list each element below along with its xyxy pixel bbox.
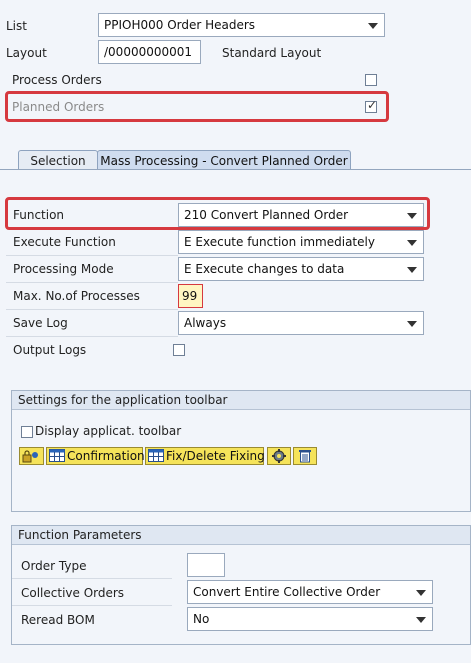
execute-function-label: Execute Function xyxy=(13,235,116,249)
output-logs-checkbox[interactable] xyxy=(173,344,185,356)
table-icon xyxy=(148,449,164,466)
display-toolbar-label: Display applicat. toolbar xyxy=(35,424,182,438)
layout-description: Standard Layout xyxy=(222,46,322,60)
row-separator xyxy=(6,309,178,310)
reread-bom-dropdown[interactable]: No xyxy=(187,607,433,631)
chevron-down-icon[interactable] xyxy=(407,240,417,246)
tab-mass-processing[interactable]: Mass Processing - Convert Planned Order xyxy=(97,150,351,170)
row-separator xyxy=(6,336,178,337)
tab-divider xyxy=(0,169,471,170)
layout-label: Layout xyxy=(6,46,47,60)
gear-icon xyxy=(270,449,288,467)
fix-delete-fixing-button[interactable]: Fix/Delete Fixing xyxy=(145,447,265,466)
reread-bom-label: Reread BOM xyxy=(21,613,95,627)
fix-delete-fixing-button-label: Fix/Delete Fixing xyxy=(166,449,265,463)
order-type-label: Order Type xyxy=(21,559,87,573)
row-separator xyxy=(6,282,178,283)
trash-icon xyxy=(296,449,314,467)
chevron-down-icon[interactable] xyxy=(407,321,417,327)
max-processes-label: Max. No.of Processes xyxy=(13,289,140,303)
table-icon xyxy=(49,449,65,466)
max-processes-input[interactable]: 99 xyxy=(178,284,203,308)
row-separator xyxy=(12,578,172,579)
process-orders-checkbox[interactable] xyxy=(365,74,377,86)
toolbar-settings-title: Settings for the application toolbar xyxy=(12,391,470,410)
lock-settings-icon xyxy=(22,449,40,467)
settings-gear-button[interactable] xyxy=(267,447,291,465)
list-value: PPIOH000 Order Headers xyxy=(104,18,256,32)
sap-screen: { "top": { "list_label": "List", "list_v… xyxy=(0,0,471,663)
collective-orders-label: Collective Orders xyxy=(21,586,125,600)
process-orders-label: Process Orders xyxy=(12,73,102,87)
max-processes-value: 99 xyxy=(182,289,198,303)
function-highlight xyxy=(5,197,430,230)
save-log-dropdown[interactable]: Always xyxy=(178,311,424,335)
processing-mode-value: E Execute changes to data xyxy=(184,262,345,276)
execute-function-value: E Execute function immediately xyxy=(184,235,375,249)
output-logs-label: Output Logs xyxy=(13,343,87,357)
function-parameters-title: Function Parameters xyxy=(12,526,470,545)
list-label: List xyxy=(6,19,27,33)
layout-input[interactable]: /00000000001 xyxy=(98,40,201,64)
layout-value: /00000000001 xyxy=(104,45,193,59)
save-log-label: Save Log xyxy=(13,316,68,330)
confirmation-button-label: Confirmation xyxy=(67,449,145,463)
delete-button[interactable] xyxy=(293,447,317,465)
confirmation-button[interactable]: Confirmation xyxy=(46,447,145,466)
collective-orders-value: Convert Entire Collective Order xyxy=(193,585,381,599)
planned-orders-highlight xyxy=(5,91,389,122)
chevron-down-icon[interactable] xyxy=(368,23,378,29)
execute-function-dropdown[interactable]: E Execute function immediately xyxy=(178,230,424,254)
collective-orders-dropdown[interactable]: Convert Entire Collective Order xyxy=(187,580,433,604)
chevron-down-icon[interactable] xyxy=(416,617,426,623)
chevron-down-icon[interactable] xyxy=(407,267,417,273)
tab-mass-processing-label: Mass Processing - Convert Planned Order xyxy=(100,154,348,168)
list-dropdown[interactable]: PPIOH000 Order Headers xyxy=(98,13,385,37)
order-type-input[interactable] xyxy=(187,553,225,577)
chevron-down-icon[interactable] xyxy=(416,590,426,596)
reread-bom-value: No xyxy=(193,612,210,626)
tab-selection-label: Selection xyxy=(30,154,86,168)
row-separator xyxy=(12,605,172,606)
row-separator xyxy=(6,255,178,256)
processing-mode-dropdown[interactable]: E Execute changes to data xyxy=(178,257,424,281)
settings-lock-button[interactable] xyxy=(19,447,44,465)
display-toolbar-checkbox[interactable] xyxy=(21,426,33,438)
tab-selection[interactable]: Selection xyxy=(18,150,98,170)
save-log-value: Always xyxy=(184,316,227,330)
processing-mode-label: Processing Mode xyxy=(13,262,114,276)
